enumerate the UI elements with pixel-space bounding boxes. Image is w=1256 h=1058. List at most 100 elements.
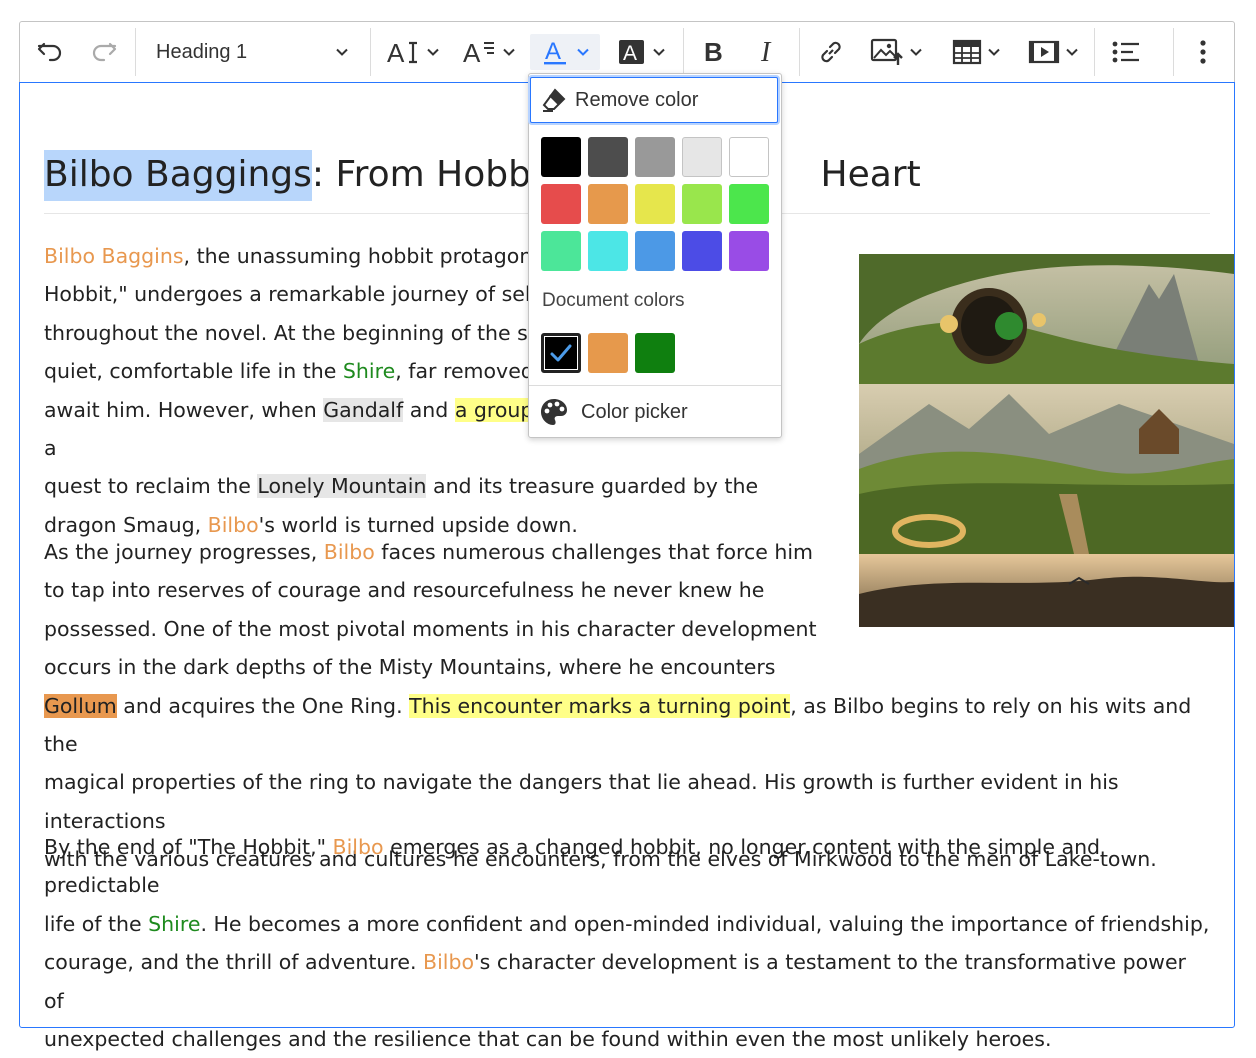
- bulleted-list-icon: [1112, 41, 1139, 63]
- bold-icon: B: [704, 38, 723, 66]
- text-line: Gollum and acquires the One Ring. This e…: [44, 687, 1212, 764]
- text-line: By the end of "The Hobbit," Bilbo emerge…: [44, 828, 1212, 905]
- text-line: life of the Shire. He becomes a more con…: [44, 905, 1212, 943]
- checkmark-icon: [550, 344, 572, 362]
- font-family-button[interactable]: A: [458, 34, 520, 70]
- highlighted-text: This encounter marks a turning point: [409, 693, 791, 718]
- insert-table-button[interactable]: [945, 34, 1007, 70]
- document-color-swatch[interactable]: [588, 333, 628, 373]
- undo-icon: [37, 42, 62, 62]
- italic-button[interactable]: I: [748, 34, 788, 70]
- svg-text:I: I: [760, 38, 772, 66]
- document-colors-label: Document colors: [542, 290, 685, 311]
- color-swatch[interactable]: [635, 184, 675, 224]
- toolbar-separator: [135, 28, 136, 76]
- color-swatch[interactable]: [541, 137, 581, 177]
- text-line: courage, and the thrill of adventure. Bi…: [44, 943, 1212, 1020]
- text-run: life of the: [44, 911, 149, 936]
- place-name: Shire: [342, 359, 396, 384]
- highlighted-text: Lonely Mountain: [257, 474, 427, 499]
- toolbar-separator: [370, 28, 371, 76]
- character-name: Bilbo: [323, 540, 375, 564]
- redo-icon: [92, 42, 117, 62]
- text-run: a: [44, 436, 57, 461]
- heading-dropdown[interactable]: Heading 1: [144, 34, 358, 70]
- color-swatch[interactable]: [682, 137, 722, 177]
- font-color-button[interactable]: A: [530, 34, 600, 70]
- color-swatch[interactable]: [729, 137, 769, 177]
- color-palette: [541, 137, 769, 271]
- color-picker-button[interactable]: Color picker: [539, 394, 688, 430]
- illustration-image: [859, 254, 1234, 627]
- font-background-color-icon: A: [619, 40, 644, 65]
- text-run: By the end of "The Hobbit,": [44, 835, 333, 859]
- font-background-color-button[interactable]: A: [610, 34, 672, 70]
- color-swatch[interactable]: [541, 231, 581, 271]
- heading-dropdown-label: Heading 1: [156, 40, 248, 63]
- popup-divider: [529, 385, 781, 386]
- document-color-swatch[interactable]: [635, 333, 675, 373]
- chevron-down-icon: [653, 48, 665, 56]
- font-color-dropdown: Remove color Document colors Color picke…: [528, 73, 782, 438]
- bold-button[interactable]: B: [695, 34, 735, 70]
- text-run: throughout the novel. At the beginning o…: [44, 320, 549, 345]
- media-icon: [1028, 40, 1060, 64]
- color-swatch[interactable]: [588, 231, 628, 271]
- remove-color-label: Remove color: [575, 88, 699, 111]
- bulleted-list-button[interactable]: [1106, 34, 1146, 70]
- character-name: Bilbo: [423, 950, 475, 975]
- svg-text:A: A: [623, 42, 637, 65]
- remove-color-button[interactable]: Remove color: [530, 77, 778, 123]
- text-run: , far removed f: [395, 359, 548, 384]
- font-size-icon: A: [387, 38, 417, 66]
- text-line: unexpected challenges and the resilience…: [44, 1020, 1212, 1058]
- color-picker-label: Color picker: [581, 400, 688, 423]
- more-options-button[interactable]: [1185, 34, 1221, 70]
- text-run: and acquires the One Ring.: [116, 693, 410, 718]
- color-swatch[interactable]: [729, 231, 769, 271]
- chevron-down-icon: [503, 48, 515, 56]
- toolbar-separator: [683, 28, 684, 76]
- chevron-down-icon: [1066, 48, 1078, 56]
- font-family-icon: A: [463, 38, 494, 66]
- link-button[interactable]: [811, 34, 851, 70]
- color-swatch[interactable]: [541, 184, 581, 224]
- color-swatch[interactable]: [682, 231, 722, 271]
- italic-icon: I: [760, 38, 772, 66]
- font-color-icon: A: [544, 38, 566, 65]
- highlighted-text: Gollum: [44, 693, 117, 718]
- color-swatch[interactable]: [682, 184, 722, 224]
- document-colors: [541, 333, 675, 373]
- link-icon: [821, 41, 841, 63]
- color-swatch[interactable]: [729, 184, 769, 224]
- color-swatch[interactable]: [635, 231, 675, 271]
- chevron-down-icon: [427, 48, 439, 56]
- text-run: and its treasure guarded by the: [426, 474, 759, 499]
- paragraph-3[interactable]: By the end of "The Hobbit," Bilbo emerge…: [44, 828, 1212, 1058]
- table-icon: [952, 39, 982, 65]
- text-run: unexpected challenges and the resilience…: [44, 1027, 1052, 1052]
- heading-text-end: Heart: [820, 154, 921, 195]
- text-run: magical properties of the ring to naviga…: [44, 770, 1119, 833]
- font-size-button[interactable]: A: [382, 34, 444, 70]
- svg-text:A: A: [545, 38, 561, 65]
- svg-text:B: B: [704, 38, 723, 66]
- redo-button[interactable]: [86, 34, 122, 70]
- text-line: quest to reclaim the Lonely Mountain and…: [44, 467, 824, 505]
- toolbar-separator: [1094, 28, 1095, 76]
- selected-heading-text: Bilbo Baggings: [44, 150, 312, 201]
- color-swatch[interactable]: [635, 137, 675, 177]
- text-run: quiet, comfortable life in the: [44, 359, 343, 384]
- color-swatch[interactable]: [588, 184, 628, 224]
- image-upload-icon: [870, 38, 903, 65]
- color-swatch[interactable]: [588, 137, 628, 177]
- chevron-down-icon: [336, 48, 348, 56]
- insert-image-button[interactable]: [863, 34, 929, 70]
- shire-illustration[interactable]: [859, 254, 1234, 627]
- character-name: Bilbo Baggins: [44, 244, 184, 268]
- insert-media-button[interactable]: [1022, 34, 1084, 70]
- toolbar-separator: [799, 28, 800, 76]
- svg-text:A: A: [387, 38, 405, 66]
- undo-button[interactable]: [32, 34, 68, 70]
- document-color-swatch[interactable]: [541, 333, 581, 373]
